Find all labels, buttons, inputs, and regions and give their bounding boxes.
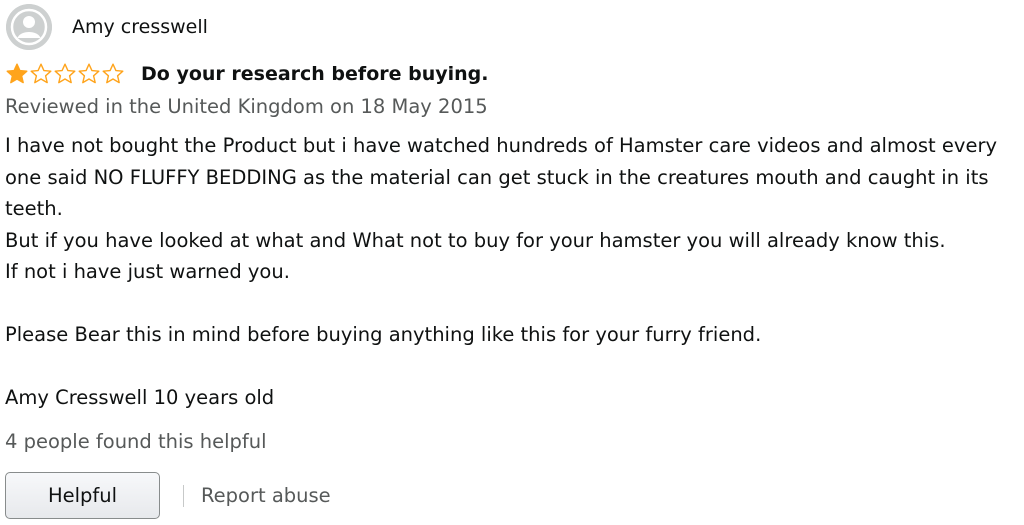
star-rating[interactable] (5, 62, 125, 86)
review-body: I have not bought the Product but i have… (5, 130, 1021, 414)
star-empty-icon (78, 63, 100, 84)
review-header: Do your research before buying. (5, 62, 488, 86)
user-silhouette-icon (6, 4, 52, 50)
body-paragraph: If not i have just warned you. (5, 260, 290, 283)
body-paragraph: Please Bear this in mind before buying a… (5, 323, 762, 346)
star-empty-icon (102, 63, 124, 84)
report-abuse-link[interactable]: Report abuse (201, 484, 331, 507)
helpful-count: 4 people found this helpful (5, 430, 267, 453)
review-actions: Helpful Report abuse (5, 472, 331, 519)
reviewer-name[interactable]: Amy cresswell (72, 16, 208, 38)
review-title[interactable]: Do your research before buying. (141, 63, 488, 85)
body-blank-line (5, 288, 1021, 320)
star-filled-icon (6, 63, 28, 84)
star-empty-icon (54, 63, 76, 84)
body-paragraph: But if you have looked at what and What … (5, 228, 946, 252)
helpful-button[interactable]: Helpful (5, 472, 160, 519)
star-empty-icon (30, 63, 52, 84)
review-date: Reviewed in the United Kingdom on 18 May… (5, 95, 488, 118)
body-paragraph: Amy Cresswell 10 years old (5, 386, 275, 409)
reviewer-profile[interactable]: Amy cresswell (6, 4, 208, 50)
divider (183, 484, 184, 507)
body-blank-line (5, 351, 1021, 383)
body-paragraph: I have not bought the Product but i have… (5, 134, 997, 220)
customer-review: Amy cresswell Do your research before bu… (0, 0, 1024, 525)
